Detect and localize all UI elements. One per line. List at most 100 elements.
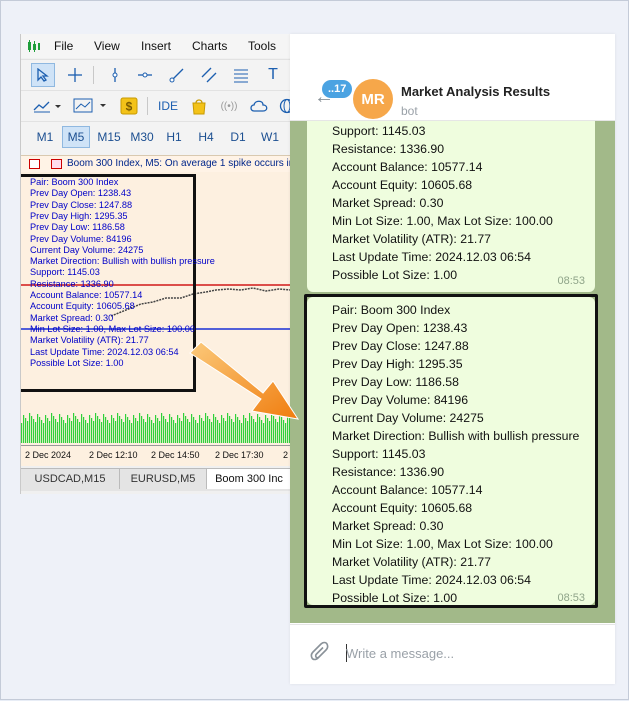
volume-bar	[65, 423, 67, 443]
tab-eurusd[interactable]: EURUSD,M5	[120, 469, 207, 489]
volume-bar	[31, 416, 33, 443]
message-1-line-1: Resistance: 1336.90	[332, 142, 445, 156]
volume-bar	[85, 420, 87, 443]
volume-bar	[57, 422, 59, 443]
chart-toolbar: $ IDE ((•))	[21, 90, 291, 121]
volume-bar	[83, 417, 85, 443]
volume-bar	[35, 422, 37, 443]
message-bubble-1[interactable]: Support: 1145.03 Resistance: 1336.90 Accou…	[307, 121, 595, 292]
volume-bar	[145, 422, 147, 443]
volume-bar	[127, 417, 129, 443]
info-panel-line-10: Account Balance: 10577.14	[30, 290, 143, 300]
fibonacci-tool-icon[interactable]	[229, 63, 253, 87]
volume-bars	[21, 413, 291, 443]
volume-bar	[81, 414, 83, 443]
timeframe-m30[interactable]: M30	[127, 126, 157, 148]
volume-bar	[109, 423, 111, 443]
volume-bar	[131, 423, 133, 443]
volume-bar	[71, 421, 73, 443]
timeframe-h4[interactable]: H4	[193, 126, 219, 148]
message-input[interactable]	[346, 643, 596, 663]
volume-bar	[75, 416, 77, 443]
horizontal-line-tool-icon[interactable]	[133, 63, 157, 87]
timeframe-m1[interactable]: M1	[31, 126, 59, 148]
time-label-1: 2 Dec 12:10	[89, 450, 138, 460]
menu-file[interactable]: File	[54, 39, 73, 53]
timeframe-h1[interactable]: H1	[161, 126, 187, 148]
tab-usdcad[interactable]: USDCAD,M15	[21, 469, 120, 489]
menu-tools[interactable]: Tools	[248, 39, 276, 53]
volume-bar	[285, 423, 287, 443]
message-1-line-3: Account Equity: 10605.68	[332, 178, 473, 192]
volume-bar	[121, 419, 123, 443]
timeframe-w1[interactable]: W1	[257, 126, 283, 148]
volume-bar	[167, 422, 169, 443]
timeframe-m15[interactable]: M15	[94, 126, 124, 148]
volume-bar	[33, 419, 35, 443]
chat-messages[interactable]: Support: 1145.03 Resistance: 1336.90 Accou…	[290, 121, 615, 623]
globe-icon[interactable]	[275, 94, 291, 118]
vertical-line-tool-icon[interactable]	[103, 63, 127, 87]
menu-insert[interactable]: Insert	[141, 39, 171, 53]
timeframe-m5[interactable]: M5	[62, 126, 90, 148]
volume-bar	[185, 416, 187, 443]
volume-bar	[163, 416, 165, 443]
cursor-tool-icon[interactable]	[31, 63, 55, 87]
volume-bar	[95, 413, 97, 443]
message-1-line-6: Market Volatility (ATR): 21.77	[332, 232, 492, 246]
volume-bar	[267, 418, 269, 443]
attach-paperclip-icon[interactable]	[310, 641, 332, 665]
tab-boom300[interactable]: Boom 300 Inc	[207, 469, 291, 489]
volume-bar	[123, 422, 125, 443]
trendline-tool-icon[interactable]	[165, 63, 189, 87]
volume-bar	[243, 415, 245, 443]
volume-bar	[209, 419, 211, 443]
indicators-icon[interactable]	[71, 94, 111, 118]
cloud-icon[interactable]	[247, 94, 271, 118]
volume-bar	[187, 419, 189, 443]
volume-bar	[195, 420, 197, 443]
volume-bar	[117, 413, 119, 443]
menu-charts[interactable]: Charts	[192, 39, 227, 53]
volume-bar	[49, 421, 51, 443]
volume-bar	[223, 418, 225, 443]
crosshair-tool-icon[interactable]	[63, 63, 87, 87]
volume-bar	[139, 413, 141, 443]
info-panel-line-1: Prev Day Open: 1238.43	[30, 188, 132, 199]
info-panel-line-5: Prev Day Volume: 84196	[30, 233, 132, 244]
volume-bar	[97, 416, 99, 443]
menu-view[interactable]: View	[94, 39, 120, 53]
channel-tool-icon[interactable]	[197, 63, 221, 87]
dollar-icon[interactable]: $	[117, 94, 141, 118]
volume-bar	[51, 413, 53, 443]
volume-bar	[23, 415, 25, 443]
bot-avatar[interactable]: MR	[353, 79, 393, 119]
volume-bar	[89, 415, 91, 443]
signal-icon[interactable]: ((•))	[217, 94, 241, 118]
message-composer	[290, 624, 615, 684]
price-chart[interactable]: Boom 300 Index, M5: On average 1 spike o…	[21, 155, 291, 466]
timeframe-d1[interactable]: D1	[225, 126, 251, 148]
market-bag-icon[interactable]	[187, 94, 211, 118]
volume-bar	[25, 418, 27, 443]
volume-bar	[171, 417, 173, 443]
volume-bar	[29, 413, 31, 443]
chart-type-icon[interactable]	[31, 94, 65, 118]
volume-bar	[233, 422, 235, 443]
volume-bar	[165, 419, 167, 443]
message-highlight	[304, 294, 598, 608]
ide-button[interactable]: IDE	[153, 94, 183, 118]
volume-bar	[77, 419, 79, 443]
info-panel-line-8: Support: 1145.03	[30, 267, 100, 278]
chat-title[interactable]: Market Analysis Results	[401, 84, 550, 99]
time-label-0: 2 Dec 2024	[25, 450, 72, 460]
telegram-window: ← ..17 MR Market Analysis Results bot Su…	[290, 34, 615, 684]
volume-bar	[99, 419, 101, 443]
info-panel-line-4: Prev Day Low: 1186.58	[30, 222, 125, 233]
volume-bar	[197, 423, 199, 443]
volume-bar	[279, 414, 281, 443]
volume-bar	[153, 423, 155, 443]
volume-bar	[275, 419, 277, 443]
text-tool-icon[interactable]: T	[261, 63, 285, 87]
volume-bar	[115, 421, 117, 443]
